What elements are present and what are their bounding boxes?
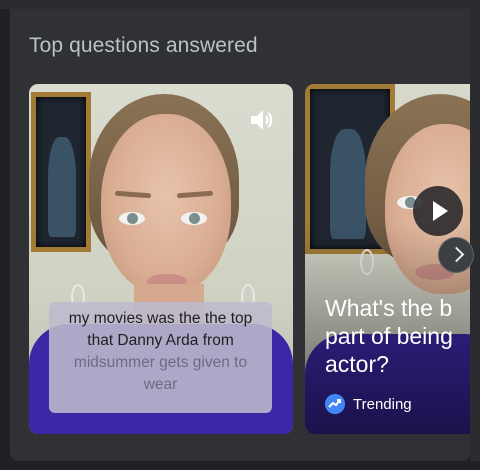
painting-frame bbox=[31, 92, 91, 252]
bottom-strip bbox=[0, 461, 480, 470]
subtitle-caption: my movies was the the top that Danny Ard… bbox=[49, 302, 272, 413]
trending-badge: Trending bbox=[325, 394, 412, 414]
sound-icon[interactable] bbox=[247, 106, 275, 134]
play-icon[interactable] bbox=[413, 186, 463, 236]
section-title: Top questions answered bbox=[29, 34, 258, 57]
trending-icon bbox=[325, 394, 345, 414]
chevron-right-icon[interactable] bbox=[438, 237, 474, 273]
caption-faded-text: midsummer gets given to wear bbox=[73, 354, 248, 393]
question-text: What's the b part of being actor? bbox=[325, 295, 453, 377]
top-bar bbox=[0, 0, 480, 9]
right-edge bbox=[470, 0, 480, 470]
cards-carousel: my movies was the the top that Danny Ard… bbox=[29, 84, 470, 434]
trending-label: Trending bbox=[353, 395, 412, 413]
video-card-1[interactable]: my movies was the the top that Danny Ard… bbox=[29, 84, 293, 434]
questions-panel: Top questions answered my movies was the… bbox=[10, 9, 470, 461]
caption-text: my movies was the the top that Danny Ard… bbox=[68, 310, 253, 349]
